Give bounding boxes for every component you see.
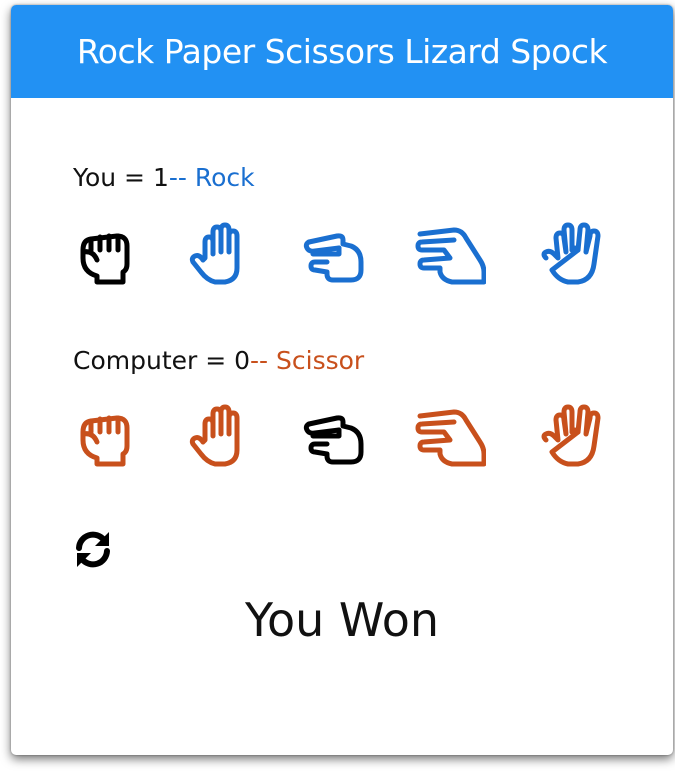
- player-score: 1: [152, 163, 169, 192]
- computer-paper-hand: [185, 402, 257, 472]
- computer-choice: Scissor: [276, 346, 365, 375]
- result-text: You Won: [245, 593, 439, 647]
- player-spock-button[interactable]: [536, 220, 608, 290]
- computer-separator: --: [250, 346, 277, 375]
- computer-choice-row: [11, 402, 673, 472]
- page-title: Rock Paper Scissors Lizard Spock: [76, 32, 608, 71]
- computer-score: 0: [234, 346, 251, 375]
- computer-lizard-hand: [414, 402, 486, 472]
- player-label: You: [73, 163, 117, 192]
- player-choice-row: [11, 220, 673, 290]
- computer-score-line: Computer = 0-- Scissor: [73, 346, 364, 375]
- paper-hand-icon: [189, 404, 240, 467]
- reset-button[interactable]: [71, 527, 115, 571]
- refresh-icon: [76, 531, 110, 568]
- player-rock-button[interactable]: [69, 220, 141, 290]
- computer-label: Computer: [73, 346, 198, 375]
- lizard-hand-icon: [415, 409, 486, 467]
- spock-hand-icon: [541, 404, 601, 467]
- rock-hand-icon: [80, 415, 130, 467]
- computer-rock-hand: [69, 402, 141, 472]
- game-card: Rock Paper Scissors Lizard Spock You = 1…: [11, 5, 673, 755]
- computer-equals: =: [197, 346, 235, 375]
- player-choice: Rock: [194, 163, 255, 192]
- player-score-line: You = 1-- Rock: [73, 163, 255, 192]
- player-equals: =: [116, 163, 153, 192]
- player-separator: --: [168, 163, 195, 192]
- computer-scissors-hand: [299, 402, 371, 472]
- scissors-hand-icon: [303, 233, 364, 283]
- lizard-hand-icon: [415, 227, 486, 285]
- player-scissors-button[interactable]: [299, 220, 371, 290]
- rock-hand-icon: [80, 233, 130, 285]
- scissors-hand-icon: [303, 415, 364, 465]
- app-header: Rock Paper Scissors Lizard Spock: [11, 5, 673, 98]
- player-lizard-button[interactable]: [414, 220, 486, 290]
- paper-hand-icon: [189, 222, 240, 285]
- player-paper-button[interactable]: [185, 220, 257, 290]
- spock-hand-icon: [541, 222, 601, 285]
- computer-spock-hand: [536, 402, 608, 472]
